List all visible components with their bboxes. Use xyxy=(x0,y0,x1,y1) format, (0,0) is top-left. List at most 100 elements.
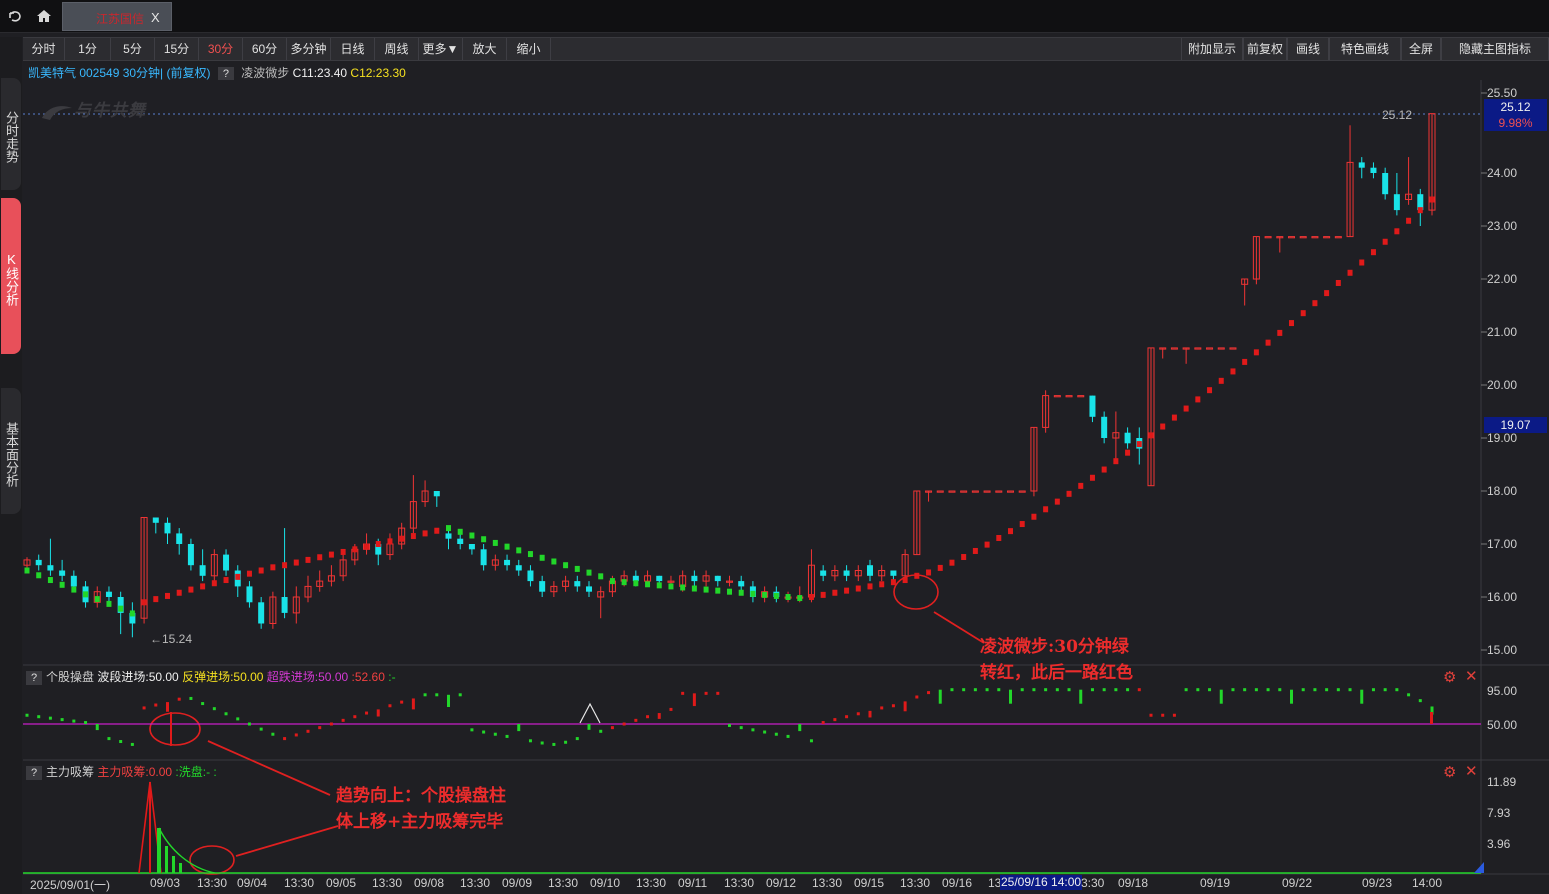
lingbo-step xyxy=(317,554,323,561)
x-tick-label: 09/05 xyxy=(326,876,357,890)
panel1-last-bar xyxy=(1430,712,1433,724)
high-price-label: 25.12 xyxy=(1382,108,1413,122)
lingbo-step xyxy=(153,596,159,603)
lingbo-step xyxy=(59,581,65,588)
lingbo-step xyxy=(340,548,346,555)
lingbo-step xyxy=(680,584,686,591)
panel1-bar xyxy=(868,710,872,718)
panel1-dot xyxy=(189,696,193,700)
panel1-dot xyxy=(809,739,813,743)
lingbo-step xyxy=(106,600,112,607)
lingbo-step xyxy=(949,559,955,566)
annotation-lingbo: 凌波微步:30分钟绿 转红，此后一路红色 xyxy=(980,634,1133,686)
lingbo-step xyxy=(71,586,77,593)
panel1-dot xyxy=(1278,688,1282,692)
panel1-dot xyxy=(1184,688,1188,692)
panel1-bar xyxy=(798,724,802,732)
panel1-dot xyxy=(704,691,708,695)
lingbo-step xyxy=(1136,441,1142,448)
panel1-dot xyxy=(845,715,849,719)
panel1-dot xyxy=(1196,688,1200,692)
low-price-label: ←15.24 xyxy=(150,632,193,646)
x-tick-label: 09/22 xyxy=(1282,876,1313,890)
x-tick-label: 13:30 xyxy=(724,876,755,890)
y-tick: 17.00 xyxy=(1487,537,1518,551)
panel1-dot xyxy=(821,721,825,725)
close-icon[interactable]: ✕ xyxy=(1465,762,1478,780)
panel1-name[interactable]: 个股操盘 xyxy=(46,670,94,684)
lingbo-step xyxy=(211,580,217,587)
lingbo-step xyxy=(750,590,756,597)
panel1-dot xyxy=(1418,699,1422,703)
panel1-dot xyxy=(669,707,673,711)
x-tick-cursor-tail: 3:30 xyxy=(1081,876,1105,890)
lingbo-step xyxy=(1207,387,1213,394)
panel1-dot xyxy=(786,734,790,738)
lingbo-step xyxy=(223,577,229,584)
panel1-dot xyxy=(763,730,767,734)
lingbo-step xyxy=(1230,368,1236,375)
lingbo-step xyxy=(1089,474,1095,481)
chart-canvas xyxy=(23,80,1549,875)
lingbo-step xyxy=(24,567,30,574)
panel1-dot xyxy=(1126,688,1130,692)
lingbo-step xyxy=(1394,228,1400,235)
help-icon[interactable]: ? xyxy=(26,766,42,780)
candle-body xyxy=(867,565,873,576)
panel1-bar xyxy=(1079,689,1083,704)
candle-body xyxy=(445,533,452,539)
gear-icon[interactable]: ⚙ xyxy=(1443,668,1456,686)
panel1-dot xyxy=(856,712,860,716)
panel1-dot xyxy=(575,737,579,741)
lingbo-step xyxy=(1406,217,1412,224)
panel1-dot xyxy=(505,734,509,738)
lingbo-step xyxy=(1359,259,1365,266)
gear-icon[interactable]: ⚙ xyxy=(1443,763,1456,781)
lingbo-step xyxy=(246,570,252,577)
candle-body xyxy=(586,586,592,592)
panel1-dot xyxy=(973,688,977,692)
lingbo-step xyxy=(668,583,674,590)
panel1-dot xyxy=(177,697,181,701)
lingbo-step xyxy=(879,581,885,588)
lingbo-step xyxy=(1078,482,1084,489)
lingbo-step xyxy=(832,589,838,596)
x-tick-label: 13:30 xyxy=(284,876,315,890)
lingbo-step xyxy=(422,530,428,537)
lingbo-step xyxy=(1300,310,1306,317)
panel1-dot xyxy=(294,733,298,737)
low-price-value: 15.24 xyxy=(162,632,193,646)
panel1-dot xyxy=(1020,688,1024,692)
panel1-dot xyxy=(400,700,404,704)
panel2-scroll-corner xyxy=(1474,862,1484,873)
panel1-dot xyxy=(1067,688,1071,692)
main-plot-bg xyxy=(23,80,1481,665)
lingbo-step xyxy=(937,564,943,571)
close-icon[interactable]: ✕ xyxy=(1465,667,1478,685)
lingbo-step xyxy=(235,573,241,580)
y-tick: 22.00 xyxy=(1487,272,1518,286)
panel1-bar xyxy=(657,713,661,719)
x-tick-label: 2025/09/01(一) xyxy=(30,878,111,892)
y-tick: 23.00 xyxy=(1487,219,1518,233)
panel1-dot xyxy=(997,688,1001,692)
candle-body xyxy=(199,565,206,576)
lingbo-step xyxy=(972,547,978,554)
panel2-name[interactable]: 主力吸筹 xyxy=(46,765,94,779)
x-tick-label: 09/23 xyxy=(1362,876,1393,890)
lingbo-step xyxy=(1183,405,1189,412)
lingbo-step xyxy=(200,583,206,590)
panel1-dot xyxy=(1149,713,1153,717)
help-icon[interactable]: ? xyxy=(26,671,42,685)
lingbo-step xyxy=(1054,498,1060,505)
lingbo-step xyxy=(727,588,732,595)
panel1-dot xyxy=(634,718,638,722)
panel1-dot xyxy=(739,726,743,730)
panel1-dot xyxy=(25,713,29,717)
panel1-bar xyxy=(95,724,99,731)
y-tick: 3.96 xyxy=(1487,837,1511,851)
panel1-dot xyxy=(283,737,287,741)
panel1-dot xyxy=(1301,688,1305,692)
panel1-dot xyxy=(224,712,228,716)
lingbo-step xyxy=(984,541,990,548)
